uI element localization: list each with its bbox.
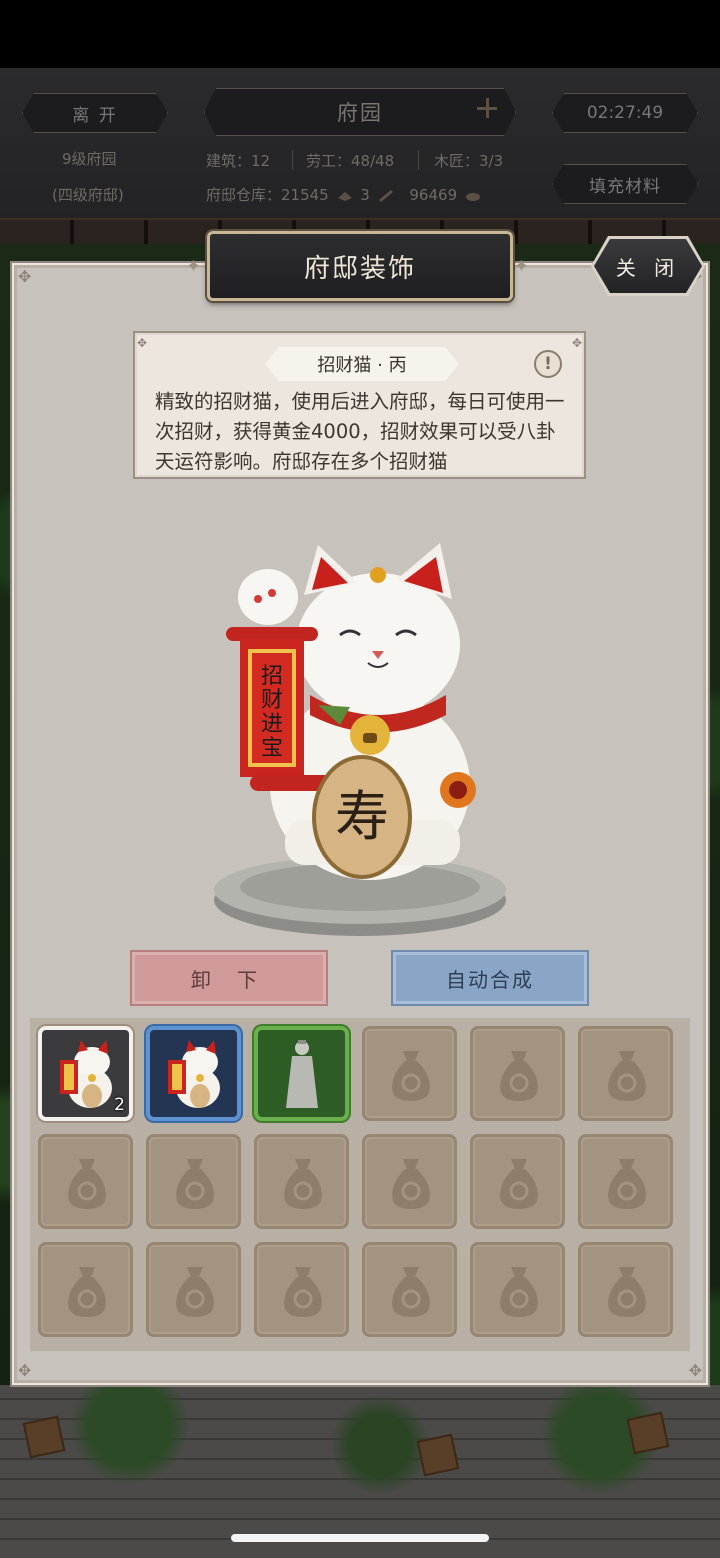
resource-icon xyxy=(337,191,352,201)
lucky-cat-icon xyxy=(168,1040,220,1108)
empty-bag-icon xyxy=(608,1051,646,1101)
title-ornament-right: ✦ xyxy=(514,256,530,277)
inventory-slot-empty[interactable] xyxy=(362,1026,457,1121)
empty-bag-icon xyxy=(176,1159,214,1209)
empty-bag-icon xyxy=(68,1267,106,1317)
inventory-slot-empty[interactable] xyxy=(470,1134,565,1229)
item-description-box: ✥ ✥ 招财猫 · 丙 ! 精致的招财猫，使用后进入府邸，每日可使用一次招财，获… xyxy=(133,331,586,479)
item-name-tag: 招财猫 · 丙 xyxy=(265,347,459,381)
buildings-count: 建筑：12 xyxy=(206,152,271,170)
empty-bag-icon xyxy=(176,1267,214,1317)
status-bar xyxy=(0,0,720,68)
auto-combine-label: 自动合成 xyxy=(446,967,534,992)
inventory-slot-empty[interactable] xyxy=(38,1134,133,1229)
corner-ornament: ✥ xyxy=(18,1361,32,1380)
crate xyxy=(626,1411,670,1455)
top-header: 离 开 府园 02:27:49 9级府园 (四级府邸) 建筑：12 劳工：48/… xyxy=(0,68,720,220)
item-count: 2 xyxy=(114,1095,125,1115)
divider xyxy=(292,150,293,170)
auto-combine-button[interactable]: 自动合成 xyxy=(391,950,589,1006)
scroll-char-2: 财 xyxy=(261,688,283,713)
estate-level: 9级府园 xyxy=(62,150,117,168)
inventory-slot-empty[interactable] xyxy=(146,1134,241,1229)
stone-icon xyxy=(465,192,480,201)
item-name: 招财猫 · 丙 xyxy=(317,355,407,376)
empty-bag-icon xyxy=(68,1159,106,1209)
timer-text: 02:27:49 xyxy=(586,103,664,123)
inventory-slot-empty[interactable] xyxy=(470,1242,565,1337)
empty-bag-icon xyxy=(284,1159,322,1209)
timer-display: 02:27:49 xyxy=(552,93,698,133)
crate xyxy=(416,1433,460,1477)
inventory-slot-empty[interactable] xyxy=(362,1242,457,1337)
lucky-cat-illustration: 招 财 进 宝 寿 xyxy=(200,535,520,945)
close-button[interactable]: 关 闭 xyxy=(594,239,702,293)
empty-bag-icon xyxy=(608,1159,646,1209)
empty-bag-icon xyxy=(392,1051,430,1101)
inventory-slot-empty[interactable] xyxy=(362,1134,457,1229)
item-description: 精致的招财猫，使用后进入府邸，每日可使用一次招财，获得黄金4000，招财效果可以… xyxy=(155,390,565,473)
location-title-bar: 府园 xyxy=(204,88,516,136)
close-label: 关 闭 xyxy=(615,255,681,280)
storage-value-3: 96469 xyxy=(409,186,458,204)
empty-bag-icon xyxy=(284,1267,322,1317)
corner-ornament: ✥ xyxy=(137,336,148,350)
corner-ornament: ✥ xyxy=(571,336,582,350)
inventory-slot-empty[interactable] xyxy=(578,1134,673,1229)
info-icon[interactable]: ! xyxy=(534,350,562,378)
inventory-grid: 2 xyxy=(30,1018,690,1351)
inventory-slot-empty[interactable] xyxy=(578,1026,673,1121)
inventory-slot-empty[interactable] xyxy=(38,1242,133,1337)
courtyard-ground xyxy=(0,1385,720,1558)
inventory-slot-empty[interactable] xyxy=(254,1242,349,1337)
modal-title-text: 府邸装饰 xyxy=(303,253,416,284)
inventory-slot-empty[interactable] xyxy=(578,1242,673,1337)
empty-bag-icon xyxy=(500,1267,538,1317)
coin-char: 寿 xyxy=(335,785,389,848)
inventory-slot-lucky-cat[interactable]: 2 xyxy=(38,1026,133,1121)
empty-bag-icon xyxy=(608,1267,646,1317)
fill-materials-label: 填充材料 xyxy=(589,176,661,197)
estate-rank: (四级府邸) xyxy=(52,186,124,204)
carpenters-count: 木匠：3/3 xyxy=(434,152,504,170)
empty-bag-icon xyxy=(392,1159,430,1209)
leave-label: 离 开 xyxy=(72,105,118,126)
empty-bag-icon xyxy=(392,1267,430,1317)
scroll-char-1: 招 xyxy=(261,664,283,689)
unload-button[interactable]: 卸 下 xyxy=(130,950,328,1006)
storage-label: 府邸仓库：21545 xyxy=(206,186,329,204)
scroll-char-3: 进 xyxy=(261,712,283,737)
lucky-cat-icon: 招 财 进 宝 寿 xyxy=(214,543,506,936)
empty-bag-icon xyxy=(500,1159,538,1209)
inventory-slot-empty[interactable] xyxy=(254,1134,349,1229)
inventory-slot-empty[interactable] xyxy=(146,1242,241,1337)
leave-button[interactable]: 离 开 xyxy=(22,93,168,133)
inventory-slot-lucky-cat[interactable] xyxy=(146,1026,241,1121)
divider xyxy=(418,150,419,170)
workers-count: 劳工：48/48 xyxy=(306,152,395,170)
inventory-slot-statue[interactable] xyxy=(254,1026,349,1121)
inventory-slot-empty[interactable] xyxy=(470,1026,565,1121)
crate xyxy=(22,1415,66,1459)
tool-icon xyxy=(378,189,393,202)
location-title: 府园 xyxy=(337,101,383,125)
storage-value-2: 3 xyxy=(360,186,370,204)
plus-icon[interactable] xyxy=(477,98,497,118)
modal-title: 府邸装饰 xyxy=(207,231,513,301)
unload-label: 卸 下 xyxy=(190,967,268,992)
corner-ornament: ✥ xyxy=(18,267,32,286)
statue-icon xyxy=(286,1040,318,1108)
empty-bag-icon xyxy=(500,1051,538,1101)
storage-row: 府邸仓库：21545 3 96469 xyxy=(206,184,484,205)
home-indicator[interactable] xyxy=(231,1534,489,1542)
corner-ornament: ✥ xyxy=(688,1361,702,1380)
scroll-char-4: 宝 xyxy=(261,736,283,761)
fill-materials-button[interactable]: 填充材料 xyxy=(552,164,698,204)
